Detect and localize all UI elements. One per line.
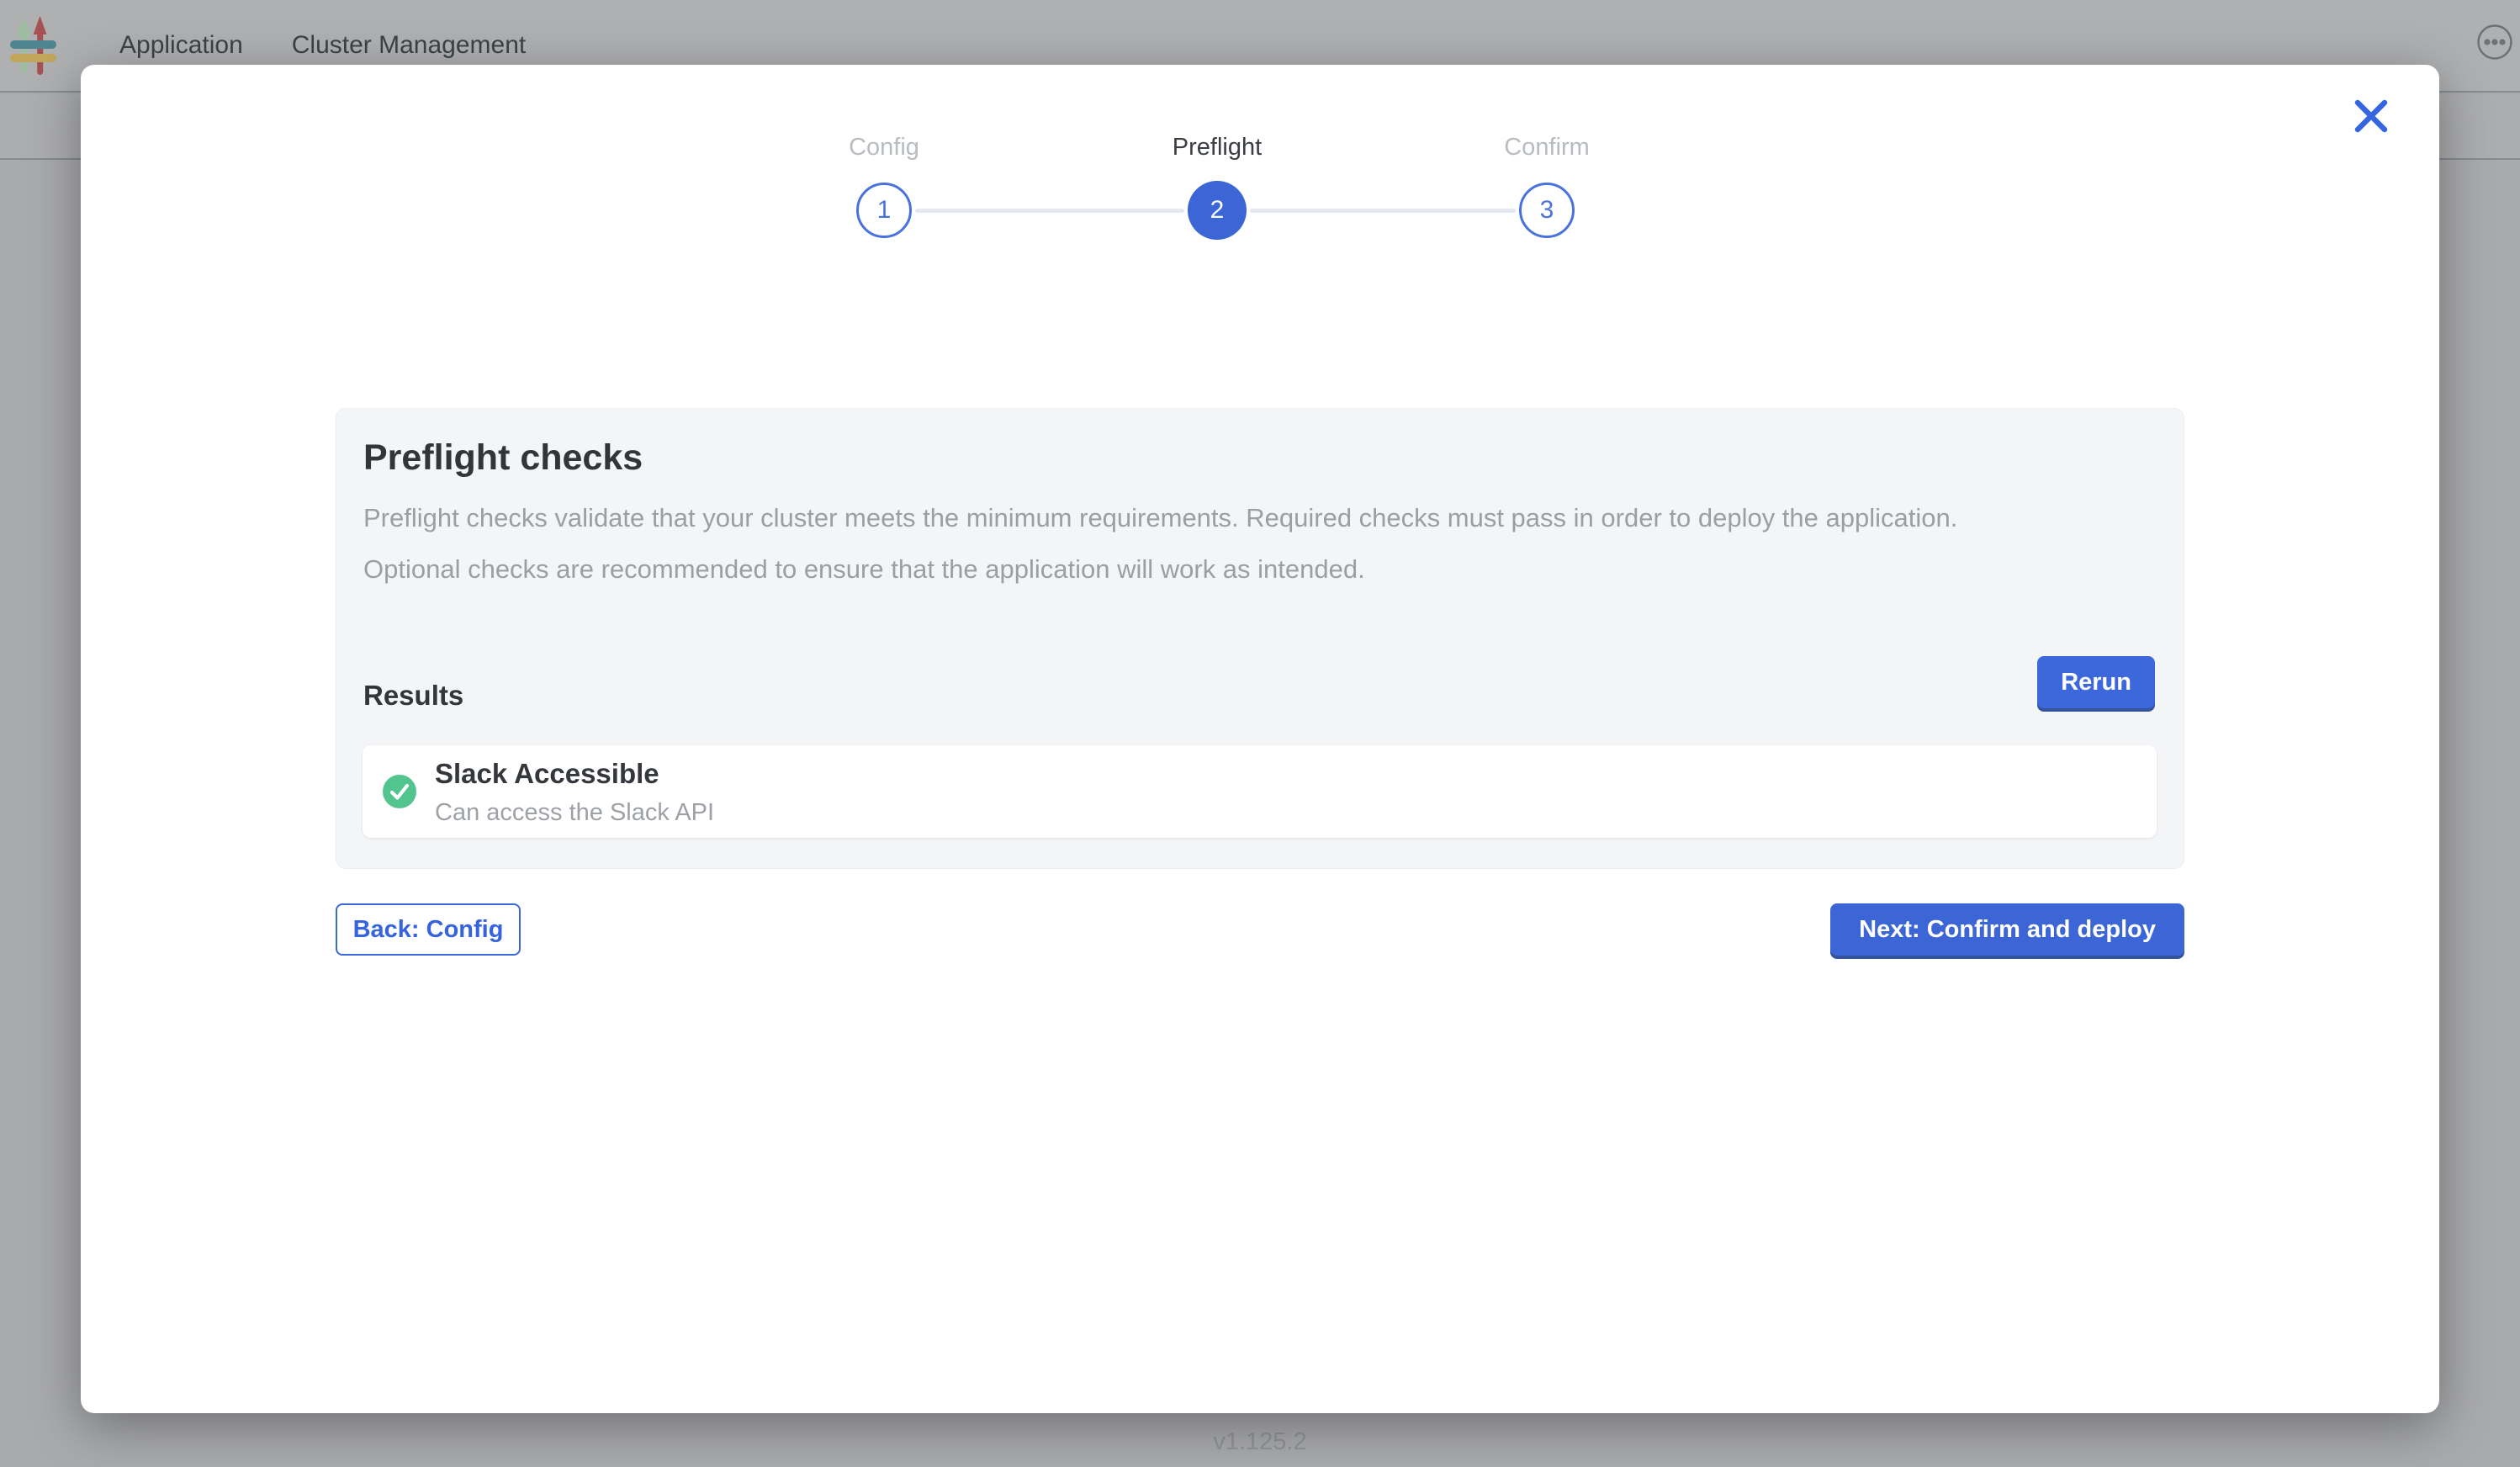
nav-item-application[interactable]: Application [119,31,243,60]
version-label: v1.125.2 [0,1428,2520,1456]
step-circle-3[interactable]: 3 [1519,183,1575,238]
check-description: Can access the Slack API [435,799,714,827]
step-label-config: Config [849,134,919,162]
step-connector [1250,209,1516,213]
card-title: Preflight checks [363,437,2157,479]
preflight-modal: Config Preflight Confirm 1 2 3 Preflight… [81,65,2439,1413]
back-button[interactable]: Back: Config [336,903,521,956]
check-title: Slack Accessible [435,757,714,791]
close-button[interactable] [2350,95,2392,137]
step-connector [915,209,1184,213]
ellipsis-menu-button[interactable] [2476,24,2513,61]
card-description: Preflight checks validate that your clus… [363,492,2054,595]
close-icon [2350,127,2392,140]
ellipsis-menu-icon [2476,50,2513,63]
check-texts: Slack Accessible Can access the Slack AP… [435,757,714,827]
nav-item-cluster-management[interactable]: Cluster Management [292,31,526,60]
rerun-button[interactable]: Rerun [2037,656,2155,708]
app-logo-icon [10,12,66,79]
step-label-preflight: Preflight [1173,134,1262,162]
nav-tabs: Application Cluster Management [119,31,526,60]
step-circle-1[interactable]: 1 [856,183,912,238]
check-circle-icon [383,775,416,808]
check-result-row: Slack Accessible Can access the Slack AP… [363,745,2157,838]
results-heading: Results [363,680,463,712]
preflight-card: Preflight checks Preflight checks valida… [336,408,2184,869]
step-circle-2[interactable]: 2 [1188,181,1247,240]
step-label-confirm: Confirm [1504,134,1590,162]
next-button[interactable]: Next: Confirm and deploy [1830,903,2184,956]
